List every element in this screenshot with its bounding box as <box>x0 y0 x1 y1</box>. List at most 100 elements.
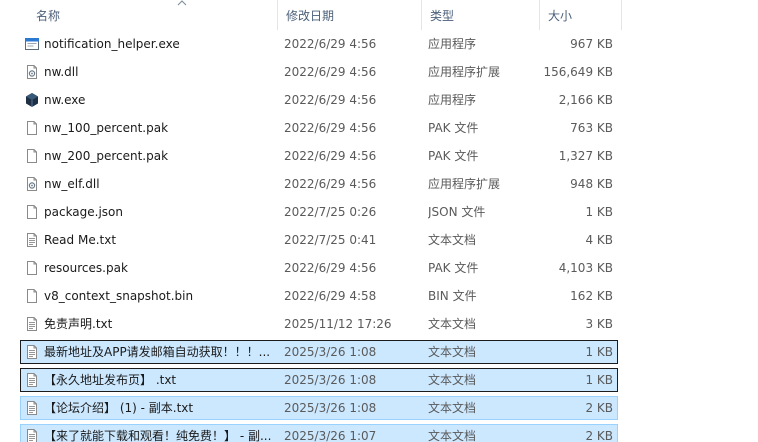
file-name: nw.dll <box>44 65 79 79</box>
file-size: 2,166 KB <box>558 93 613 107</box>
file-type: 应用程序 <box>428 37 477 51</box>
file-type: JSON 文件 <box>428 205 486 219</box>
file-modified-date: 2022/6/29 4:56 <box>284 37 377 51</box>
file-row[interactable]: package.json 2022/7/25 0:26 JSON 文件 1 KB <box>20 200 618 224</box>
file-type: PAK 文件 <box>428 261 479 275</box>
file-name: 【来了就能下载和观看！纯免费！】 - 副... <box>44 429 272 442</box>
nw-app-icon <box>24 92 40 108</box>
file-size: 1 KB <box>585 205 613 219</box>
file-type: 文本文档 <box>428 317 477 331</box>
blank-file-icon <box>24 288 40 304</box>
file-type: 文本文档 <box>428 401 477 415</box>
file-size: 4 KB <box>585 233 613 247</box>
sort-ascending-icon <box>177 0 187 6</box>
file-name: 最新地址及APP请发邮箱自动获取！！！... <box>44 345 271 359</box>
file-type: 文本文档 <box>428 429 477 442</box>
file-name: Read Me.txt <box>44 233 117 247</box>
file-row[interactable]: 免责声明.txt 2025/11/12 17:26 文本文档 3 KB <box>20 312 618 336</box>
column-header-size-label: 大小 <box>548 9 573 23</box>
file-name: 【永久地址发布页】 .txt <box>44 373 177 387</box>
text-file-icon <box>24 400 40 416</box>
file-row[interactable]: 【论坛介绍】 (1) - 副本.txt 2025/3/26 1:08 文本文档 2 K… <box>20 396 618 420</box>
file-modified-date: 2022/6/29 4:56 <box>284 121 377 135</box>
file-row[interactable]: nw.exe 2022/6/29 4:56 应用程序 2,166 KB <box>20 88 618 112</box>
blank-file-icon <box>24 260 40 276</box>
file-size: 162 KB <box>570 289 613 303</box>
file-name: 免责声明.txt <box>44 317 113 331</box>
file-name: package.json <box>44 205 124 219</box>
dll-file-icon <box>24 64 40 80</box>
file-type: PAK 文件 <box>428 149 479 163</box>
file-size: 2 KB <box>585 401 613 415</box>
file-row[interactable]: notification_helper.exe 2022/6/29 4:56 应用程… <box>20 32 618 56</box>
file-type: BIN 文件 <box>428 289 477 303</box>
file-modified-date: 2022/6/29 4:56 <box>284 65 377 79</box>
column-header-date-label: 修改日期 <box>286 9 335 23</box>
file-size: 156,649 KB <box>543 65 613 79</box>
column-header-size[interactable]: 大小 <box>540 0 622 30</box>
column-header-date[interactable]: 修改日期 <box>278 0 422 30</box>
file-row[interactable]: 【来了就能下载和观看！纯免费！】 - 副... 2025/3/26 1:07 文本文… <box>20 424 618 442</box>
file-modified-date: 2022/7/25 0:26 <box>284 205 377 219</box>
file-modified-date: 2025/3/26 1:08 <box>284 373 377 387</box>
file-name: resources.pak <box>44 261 128 275</box>
file-type: 应用程序扩展 <box>428 65 501 79</box>
file-row[interactable]: 最新地址及APP请发邮箱自动获取！！！... 2025/3/26 1:08 文本文档… <box>20 340 618 364</box>
file-modified-date: 2022/6/29 4:56 <box>284 177 377 191</box>
file-modified-date: 2025/3/26 1:07 <box>284 429 377 442</box>
blank-file-icon <box>24 120 40 136</box>
blank-file-icon <box>24 148 40 164</box>
column-header-type-label: 类型 <box>430 9 455 23</box>
file-modified-date: 2022/6/29 4:56 <box>284 149 377 163</box>
file-type: PAK 文件 <box>428 121 479 135</box>
column-header-name-label: 名称 <box>36 9 61 23</box>
file-name: v8_context_snapshot.bin <box>44 289 194 303</box>
file-row[interactable]: v8_context_snapshot.bin 2022/6/29 4:58 BIN… <box>20 284 618 308</box>
file-size: 2 KB <box>585 429 613 442</box>
file-size: 1 KB <box>585 373 613 387</box>
file-row[interactable]: nw_100_percent.pak 2022/6/29 4:56 PAK 文件 76… <box>20 116 618 140</box>
file-modified-date: 2022/6/29 4:56 <box>284 93 377 107</box>
file-row[interactable]: resources.pak 2022/6/29 4:56 PAK 文件 4,103 K… <box>20 256 618 280</box>
file-modified-date: 2025/3/26 1:08 <box>284 401 377 415</box>
app-window-icon <box>24 36 40 52</box>
file-size: 1,327 KB <box>558 149 613 163</box>
file-modified-date: 2025/3/26 1:08 <box>284 345 377 359</box>
file-type: 应用程序扩展 <box>428 177 501 191</box>
file-name: nw.exe <box>44 93 86 107</box>
file-row[interactable]: nw_200_percent.pak 2022/6/29 4:56 PAK 文件 1,… <box>20 144 618 168</box>
text-file-icon <box>24 316 40 332</box>
file-modified-date: 2025/11/12 17:26 <box>284 317 392 331</box>
text-file-icon <box>24 372 40 388</box>
file-name: nw_elf.dll <box>44 177 100 191</box>
file-modified-date: 2022/7/25 0:41 <box>284 233 377 247</box>
file-size: 1 KB <box>585 345 613 359</box>
file-row[interactable]: 【永久地址发布页】 .txt 2025/3/26 1:08 文本文档 1 KB <box>20 368 618 392</box>
file-type: 应用程序 <box>428 93 477 107</box>
file-modified-date: 2022/6/29 4:56 <box>284 261 377 275</box>
file-type: 文本文档 <box>428 345 477 359</box>
file-explorer-list-view: 名称 修改日期 类型 大小 notification_helper.exe 202… <box>0 0 758 442</box>
file-row[interactable]: Read Me.txt 2022/7/25 0:41 文本文档 4 KB <box>20 228 618 252</box>
file-name: nw_200_percent.pak <box>44 149 169 163</box>
column-header-name[interactable]: 名称 <box>28 0 278 30</box>
text-file-icon <box>24 232 40 248</box>
file-name: nw_100_percent.pak <box>44 121 169 135</box>
file-row[interactable]: nw.dll 2022/6/29 4:56 应用程序扩展 156,649 KB <box>20 60 618 84</box>
text-file-icon <box>24 344 40 360</box>
blank-file-icon <box>24 204 40 220</box>
column-header-bar: 名称 修改日期 类型 大小 <box>0 0 758 30</box>
column-header-type[interactable]: 类型 <box>422 0 540 30</box>
file-size: 967 KB <box>570 37 613 51</box>
file-modified-date: 2022/6/29 4:58 <box>284 289 377 303</box>
file-type: 文本文档 <box>428 233 477 247</box>
file-size: 3 KB <box>585 317 613 331</box>
text-file-icon <box>24 428 40 442</box>
file-name: 【论坛介绍】 (1) - 副本.txt <box>44 401 194 415</box>
file-row[interactable]: nw_elf.dll 2022/6/29 4:56 应用程序扩展 948 KB <box>20 172 618 196</box>
file-type: 文本文档 <box>428 373 477 387</box>
dll-file-icon <box>24 176 40 192</box>
file-size: 948 KB <box>570 177 613 191</box>
file-name: notification_helper.exe <box>44 37 180 51</box>
file-size: 763 KB <box>570 121 613 135</box>
